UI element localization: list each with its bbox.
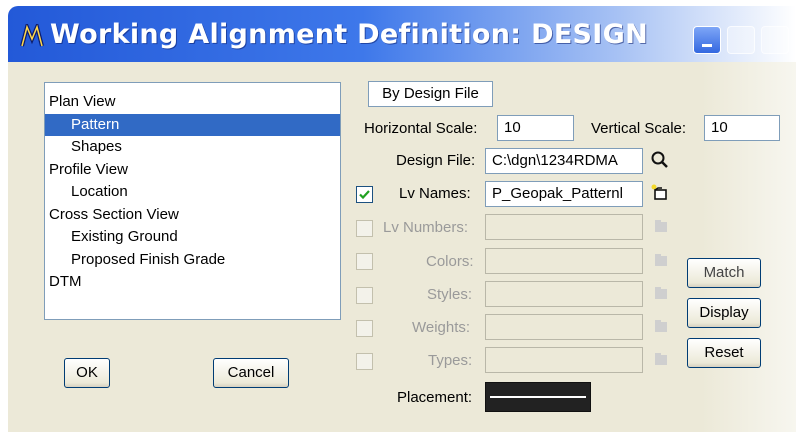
reset-button[interactable]: Reset bbox=[687, 338, 761, 368]
checkmark-icon bbox=[359, 190, 370, 200]
types-label: Types: bbox=[428, 352, 473, 369]
weights-label: Weights: bbox=[412, 319, 471, 336]
colors-input[interactable] bbox=[485, 248, 643, 274]
design-file-label: Design File: bbox=[396, 152, 476, 169]
placement-label: Placement: bbox=[397, 389, 473, 406]
source-mode-button[interactable]: By Design File bbox=[368, 81, 493, 107]
folder-icon[interactable] bbox=[653, 351, 669, 367]
window-title: Working Alignment Definition: DESIGN bbox=[50, 19, 649, 50]
tree-item-shapes[interactable]: Shapes bbox=[45, 136, 340, 159]
styles-label: Styles: bbox=[427, 286, 473, 303]
weights-checkbox[interactable] bbox=[356, 320, 373, 337]
styles-checkbox[interactable] bbox=[356, 287, 373, 304]
folder-icon[interactable] bbox=[653, 252, 669, 268]
minimize-icon[interactable] bbox=[693, 26, 721, 54]
lv-numbers-input[interactable] bbox=[485, 214, 643, 240]
lv-names-input[interactable]: P_Geopak_Patternl bbox=[485, 181, 643, 207]
tree-item-existing-ground[interactable]: Existing Ground bbox=[45, 226, 340, 249]
folder-icon[interactable] bbox=[650, 183, 670, 203]
horizontal-scale-label: Horizontal Scale: bbox=[364, 120, 478, 137]
lv-names-label: Lv Names: bbox=[399, 185, 471, 202]
placement-line-style-button[interactable] bbox=[485, 382, 591, 412]
types-input[interactable] bbox=[485, 347, 643, 373]
title-bar[interactable]: Working Alignment Definition: DESIGN bbox=[8, 6, 796, 62]
ok-button[interactable]: OK bbox=[64, 358, 110, 388]
weights-input[interactable] bbox=[485, 314, 643, 340]
dialog-window: Working Alignment Definition: DESIGN Pla… bbox=[0, 0, 796, 432]
search-icon[interactable] bbox=[650, 150, 670, 170]
colors-checkbox[interactable] bbox=[356, 253, 373, 270]
cancel-button[interactable]: Cancel bbox=[213, 358, 289, 388]
horizontal-scale-input[interactable]: 10 bbox=[497, 115, 574, 141]
folder-icon[interactable] bbox=[653, 318, 669, 334]
tree-item-pattern[interactable]: Pattern bbox=[45, 113, 340, 136]
types-checkbox[interactable] bbox=[356, 353, 373, 370]
tree-item-location[interactable]: Location bbox=[45, 181, 340, 204]
styles-input[interactable] bbox=[485, 281, 643, 307]
tree-item-profile-view[interactable]: Profile View bbox=[45, 159, 340, 182]
match-button[interactable]: Match bbox=[687, 258, 761, 288]
folder-icon[interactable] bbox=[653, 285, 669, 301]
close-icon[interactable] bbox=[761, 26, 789, 54]
tree-item-cross-section-view[interactable]: Cross Section View bbox=[45, 204, 340, 227]
vertical-scale-label: Vertical Scale: bbox=[591, 120, 687, 137]
tree-item-plan-view[interactable]: Plan View bbox=[45, 91, 340, 114]
colors-label: Colors: bbox=[426, 253, 474, 270]
tree-item-dtm[interactable]: DTM bbox=[45, 271, 340, 294]
maximize-icon[interactable] bbox=[727, 26, 755, 54]
lv-numbers-checkbox[interactable] bbox=[356, 220, 373, 237]
definition-tree[interactable]: Plan View Pattern Shapes Profile View Lo… bbox=[44, 82, 341, 320]
design-file-input[interactable]: C:\dgn\1234RDMA bbox=[485, 148, 643, 174]
folder-icon[interactable] bbox=[653, 218, 669, 234]
dialog-body: Plan View Pattern Shapes Profile View Lo… bbox=[8, 62, 796, 432]
microstation-icon bbox=[20, 24, 44, 47]
lv-names-checkbox[interactable] bbox=[356, 186, 373, 203]
lv-numbers-label: Lv Numbers: bbox=[383, 219, 469, 236]
display-button[interactable]: Display bbox=[687, 298, 761, 328]
vertical-scale-input[interactable]: 10 bbox=[704, 115, 780, 141]
tree-item-proposed-finish-grade[interactable]: Proposed Finish Grade bbox=[45, 249, 340, 272]
